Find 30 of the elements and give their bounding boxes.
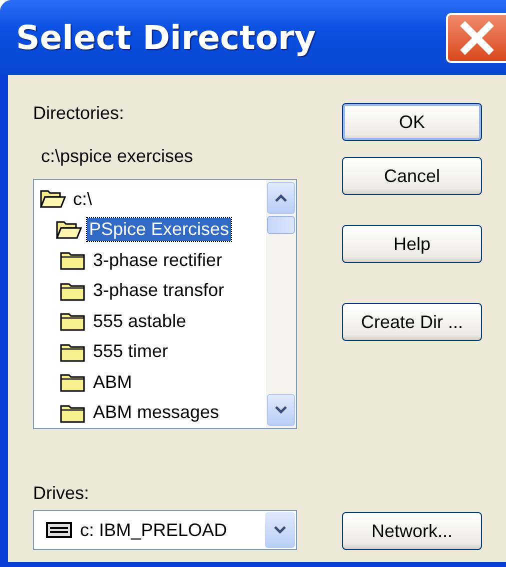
chevron-down-icon [274, 405, 288, 415]
scroll-up-button[interactable] [267, 182, 295, 214]
drive-value: c: IBM_PRELOAD [80, 520, 228, 540]
drives-label: Drives: [33, 483, 90, 504]
dialog-button[interactable]: Help [342, 225, 482, 263]
close-icon [458, 18, 496, 56]
directory-item[interactable]: 555 timer [91, 340, 170, 364]
close-button[interactable] [446, 12, 506, 62]
directory-item[interactable]: 3-phase rectifier [91, 248, 224, 272]
dialog-button[interactable]: Create Dir ... [342, 303, 482, 341]
directories-label: Directories: [33, 103, 126, 124]
directory-item[interactable]: 555 astable [91, 310, 188, 333]
scroll-thumb[interactable] [267, 216, 295, 234]
dialog-button[interactable]: Cancel [342, 157, 482, 195]
chevron-up-icon [274, 193, 288, 203]
chevron-down-icon [273, 525, 287, 535]
scroll-down-button[interactable] [267, 394, 295, 426]
scrollbar[interactable] [266, 180, 296, 428]
directory-item[interactable]: 3-phase transfor [91, 279, 226, 302]
directory-item[interactable]: c:\ [71, 188, 94, 211]
drive-icon [46, 522, 72, 538]
directory-item[interactable]: ABM messages [91, 401, 222, 424]
current-path: c:\pspice exercises [41, 146, 194, 167]
dropdown-button[interactable] [265, 512, 295, 548]
directory-item[interactable]: ABM [91, 370, 134, 394]
network-button[interactable]: Network... [342, 512, 482, 550]
dialog-button[interactable]: OK [342, 103, 482, 141]
window-title: Select Directory [16, 18, 316, 57]
directory-item[interactable]: PSpice Exercises [87, 218, 232, 242]
drive-dropdown[interactable]: c: IBM_PRELOAD [33, 510, 297, 550]
